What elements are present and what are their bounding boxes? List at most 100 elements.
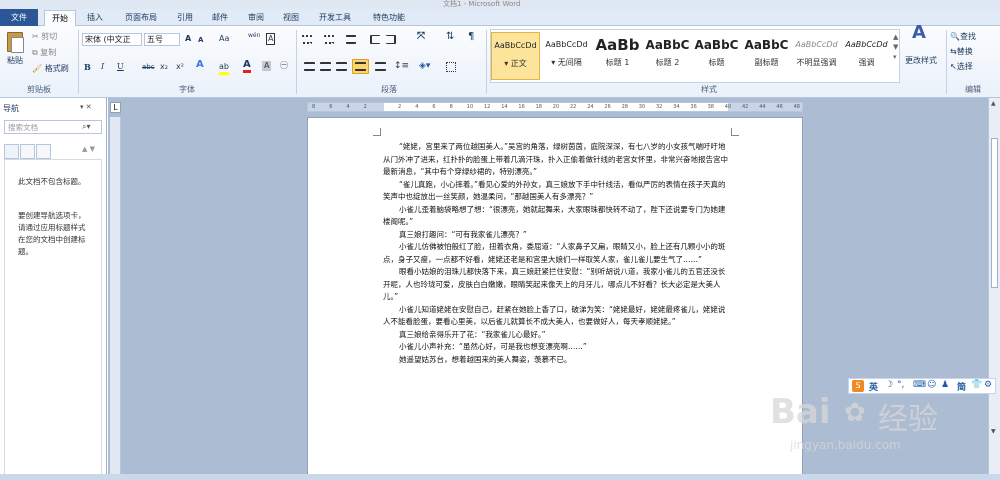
- document-paragraph[interactable]: 真三娘打趣问：“可有我家雀儿漂亮？”: [383, 229, 729, 242]
- line-spacing-icon[interactable]: ↕≡: [394, 61, 409, 71]
- vertical-ruler[interactable]: [110, 117, 121, 480]
- font-color-button[interactable]: A: [243, 60, 251, 73]
- style-no-spacing[interactable]: AaBbCcDd ▾ 无间隔: [542, 32, 591, 80]
- copy-button[interactable]: ⧉ 复制: [32, 48, 56, 58]
- ime-moon-icon[interactable]: ☽: [885, 380, 893, 390]
- tab-selector-icon[interactable]: L: [110, 102, 121, 113]
- style-title[interactable]: AaBbC 标题: [692, 32, 741, 80]
- nav-empty-message: 此文档不包含标题。: [18, 177, 86, 186]
- italic-button[interactable]: I: [101, 62, 104, 72]
- style-subtle-emphasis[interactable]: AaBbCcDd 不明显强调: [792, 32, 841, 80]
- phonetic-guide-button[interactable]: wén: [248, 31, 260, 41]
- numbering-icon[interactable]: [324, 35, 334, 44]
- strikethrough-button[interactable]: abc: [142, 62, 155, 72]
- font-size-combo[interactable]: 五号: [144, 33, 180, 46]
- ruler-tick-label: 16: [518, 104, 525, 110]
- ime-user-icon[interactable]: ♟: [941, 380, 949, 390]
- scroll-up-icon[interactable]: ▲: [991, 100, 996, 107]
- bold-button[interactable]: B: [84, 62, 91, 72]
- tab-review[interactable]: 审阅: [241, 11, 271, 26]
- document-paragraph[interactable]: 小雀儿小声补充：“虽然心好，可是我也想变漂亮啊……”: [383, 341, 729, 354]
- tab-insert[interactable]: 插入: [80, 11, 110, 26]
- scroll-thumb[interactable]: [991, 138, 998, 288]
- browse-headings-tab[interactable]: [4, 144, 19, 159]
- sort-icon[interactable]: ⇅: [446, 32, 454, 42]
- style-name: 标题 1: [605, 58, 630, 67]
- tab-special[interactable]: 特色功能: [364, 11, 414, 26]
- tab-mailings[interactable]: 邮件: [205, 11, 235, 26]
- format-painter-button[interactable]: 🖌 格式刷: [32, 64, 69, 74]
- tab-file[interactable]: 文件: [0, 9, 38, 26]
- style-subtitle[interactable]: AaBbC 副标题: [742, 32, 791, 80]
- horizontal-ruler[interactable]: 8 6 4 2 2 4 6 8 10 12 14 16 18 20 22 24 26 28 30 32 34 36 38 40…: [307, 102, 803, 112]
- tab-home[interactable]: 开始: [44, 10, 76, 27]
- style-emphasis[interactable]: AaBbCcDd 强调: [842, 32, 891, 80]
- style-name: 标题 2: [655, 58, 680, 67]
- font-name-combo[interactable]: 宋体 (中文正: [82, 33, 142, 46]
- char-border-button[interactable]: A: [266, 33, 276, 45]
- underline-button[interactable]: U: [117, 62, 124, 72]
- document-paragraph[interactable]: “姥姥，宫里来了两位越国美人。”吴宫的角落，绿树茵茵，庭院深深，有七八岁的小女孩…: [383, 141, 729, 179]
- grow-font-button[interactable]: A: [185, 34, 191, 44]
- style-normal[interactable]: AaBbCcDd ▾ 正文: [491, 32, 540, 80]
- change-case-button[interactable]: Aa: [219, 34, 229, 44]
- ribbon-tabs: 文件 开始 插入 页面布局 引用 邮件 审阅 视图 开发工具 特色功能: [0, 9, 1000, 27]
- cut-button[interactable]: ✂ 剪切: [32, 32, 57, 42]
- show-marks-icon[interactable]: ¶: [468, 32, 474, 42]
- highlight-button[interactable]: ab: [219, 62, 229, 75]
- char-shading-button[interactable]: A: [262, 61, 272, 71]
- document-paragraph[interactable]: 眼看小姑娘的泪珠儿都快落下来，真三娘赶紧拦住安慰：“别听胡说八道，我家小雀儿的五…: [383, 266, 729, 304]
- tab-developer[interactable]: 开发工具: [312, 11, 358, 26]
- tab-page-layout[interactable]: 页面布局: [116, 11, 166, 26]
- borders-icon[interactable]: [446, 62, 456, 72]
- shading-icon[interactable]: ◈▾: [419, 61, 430, 71]
- style-preview: AaBbC: [744, 38, 789, 52]
- select-button[interactable]: ↖选择: [950, 62, 973, 72]
- paste-button[interactable]: 粘贴: [7, 56, 23, 66]
- nav-search-box[interactable]: 搜索文档 ⌕▾: [4, 120, 102, 134]
- tab-view[interactable]: 视图: [276, 11, 306, 26]
- browse-pages-tab[interactable]: [20, 144, 35, 159]
- chinese-layout-icon[interactable]: ⤧: [417, 32, 425, 42]
- change-styles-button[interactable]: 更改样式: [905, 56, 937, 66]
- styles-scroll-icon[interactable]: ▲ ▼ ▾: [893, 32, 898, 62]
- document-paragraph[interactable]: 小雀儿仿佛被怕般红了脸，扭着衣角，委屈道：“人家鼻子又扁，眼睛又小，脸上还有几颗…: [383, 241, 729, 266]
- decrease-indent-icon[interactable]: [370, 35, 380, 44]
- document-paragraph[interactable]: 小雀儿歪着脑袋略想了想：“很漂亮，她就起舞来，大家眼珠都快转不动了，陛下还说要专…: [383, 204, 729, 229]
- superscript-button[interactable]: x²: [176, 62, 184, 72]
- ime-skin-icon[interactable]: 👕: [971, 380, 982, 390]
- document-paragraph[interactable]: 小雀儿知道姥姥在安慰自己，赶紧在她脸上香了口，破涕为笑：“姥姥最好，姥姥最疼雀儿…: [383, 304, 729, 329]
- nav-menu-icon[interactable]: ▾ ✕: [80, 103, 92, 111]
- style-name: 不明显强调: [796, 58, 837, 67]
- document-paragraph[interactable]: 她遥望姑苏台，想着越国来的美人舞姿，羡慕不已。: [383, 354, 729, 367]
- align-left-icon[interactable]: [304, 62, 315, 71]
- align-right-icon[interactable]: [336, 62, 347, 71]
- find-button[interactable]: 🔍查找: [950, 32, 976, 42]
- align-center-icon[interactable]: [320, 62, 331, 71]
- multilevel-list-icon[interactable]: [346, 35, 356, 44]
- browse-results-tab[interactable]: [36, 144, 51, 159]
- subscript-button[interactable]: x₂: [160, 62, 168, 72]
- distributed-icon[interactable]: [375, 62, 386, 71]
- scroll-down-icon[interactable]: ▼: [991, 428, 996, 435]
- ime-punct-icon[interactable]: °,: [897, 380, 904, 390]
- style-heading-2[interactable]: AaBbC 标题 2: [643, 32, 692, 80]
- tab-references[interactable]: 引用: [170, 11, 200, 26]
- nav-prev-next-icon[interactable]: ▲ ▼: [82, 145, 95, 153]
- shrink-font-button[interactable]: A: [198, 35, 203, 45]
- search-icon[interactable]: ⌕▾: [82, 122, 91, 132]
- ime-settings-icon[interactable]: ⚙: [984, 380, 992, 390]
- style-heading-1[interactable]: AaBb 标题 1: [593, 32, 642, 80]
- document-paragraph[interactable]: “雀儿真跑，小心摔着。”看见心爱的外孙女，真三娘放下手中针线活，看似严厉的表情在…: [383, 179, 729, 204]
- enclose-char-button[interactable]: ㊀: [280, 61, 288, 71]
- increase-indent-icon[interactable]: [386, 35, 396, 44]
- document-paragraph[interactable]: 真三娘给亲得乐开了花：“我家雀儿心最好。”: [383, 329, 729, 342]
- bullets-icon[interactable]: [302, 35, 312, 44]
- ime-face-icon[interactable]: ☺: [927, 380, 936, 390]
- ime-keyboard-icon[interactable]: ⌨: [913, 380, 926, 390]
- text-effects-button[interactable]: A: [196, 60, 204, 70]
- change-styles-icon[interactable]: A: [912, 24, 926, 42]
- document-body[interactable]: “姥姥，宫里来了两位越国美人。”吴宫的角落，绿树茵茵，庭院深深，有七八岁的小女孩…: [383, 141, 729, 366]
- ime-logo-icon[interactable]: S: [852, 380, 864, 392]
- replace-button[interactable]: ⇆替换: [950, 47, 973, 57]
